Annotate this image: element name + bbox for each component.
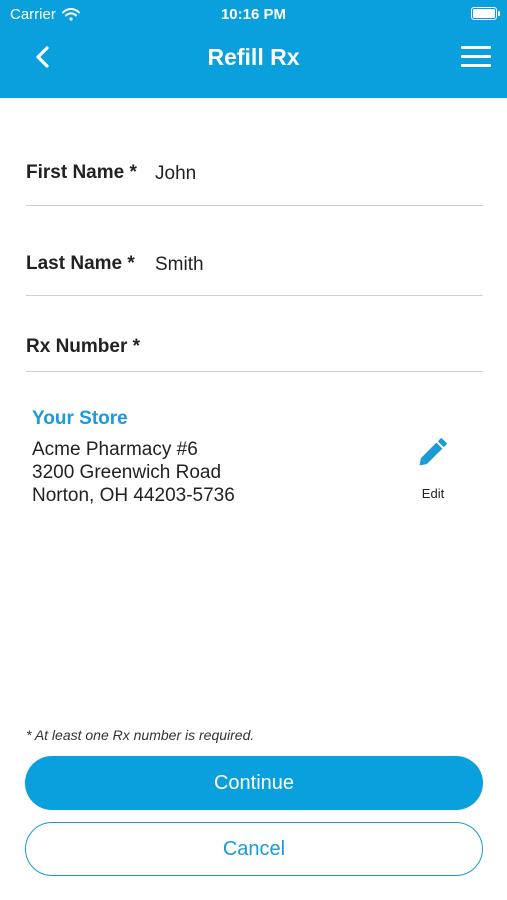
nav-bar: Refill Rx [0, 30, 507, 86]
store-section-title: Your Store [32, 408, 128, 429]
menu-button[interactable] [461, 44, 493, 70]
last-name-label: Last Name * [26, 253, 135, 274]
store-address-line: Acme Pharmacy #6 [32, 439, 198, 460]
last-name-input[interactable]: Smith [155, 254, 204, 276]
rx-number-label: Rx Number * [26, 336, 141, 357]
required-footnote: * At least one Rx number is required. [26, 727, 255, 743]
app-header: Carrier 10:16 PM Refill Rx [0, 0, 507, 98]
store-address: Acme Pharmacy #6 3200 Greenwich Road Nor… [32, 438, 235, 507]
status-time: 10:16 PM [220, 6, 287, 23]
store-address-line: Norton, OH 44203-5736 [32, 485, 235, 506]
battery-icon [471, 7, 500, 20]
status-bar: Carrier 10:16 PM [0, 0, 507, 30]
first-name-label: First Name * [26, 162, 137, 183]
cancel-button[interactable]: Cancel [25, 822, 483, 876]
first-name-field[interactable]: First Name * John [26, 150, 483, 206]
pencil-icon [419, 438, 447, 466]
last-name-field[interactable]: Last Name * Smith [26, 240, 483, 296]
first-name-input[interactable]: John [155, 163, 196, 185]
rx-number-field[interactable]: Rx Number * [26, 322, 483, 372]
continue-button[interactable]: Continue [25, 756, 483, 810]
store-address-line: 3200 Greenwich Road [32, 462, 222, 483]
hamburger-menu-icon [461, 46, 491, 49]
page-title: Refill Rx [207, 44, 300, 70]
edit-store-button[interactable]: Edit [408, 432, 458, 504]
edit-label: Edit [421, 486, 445, 501]
